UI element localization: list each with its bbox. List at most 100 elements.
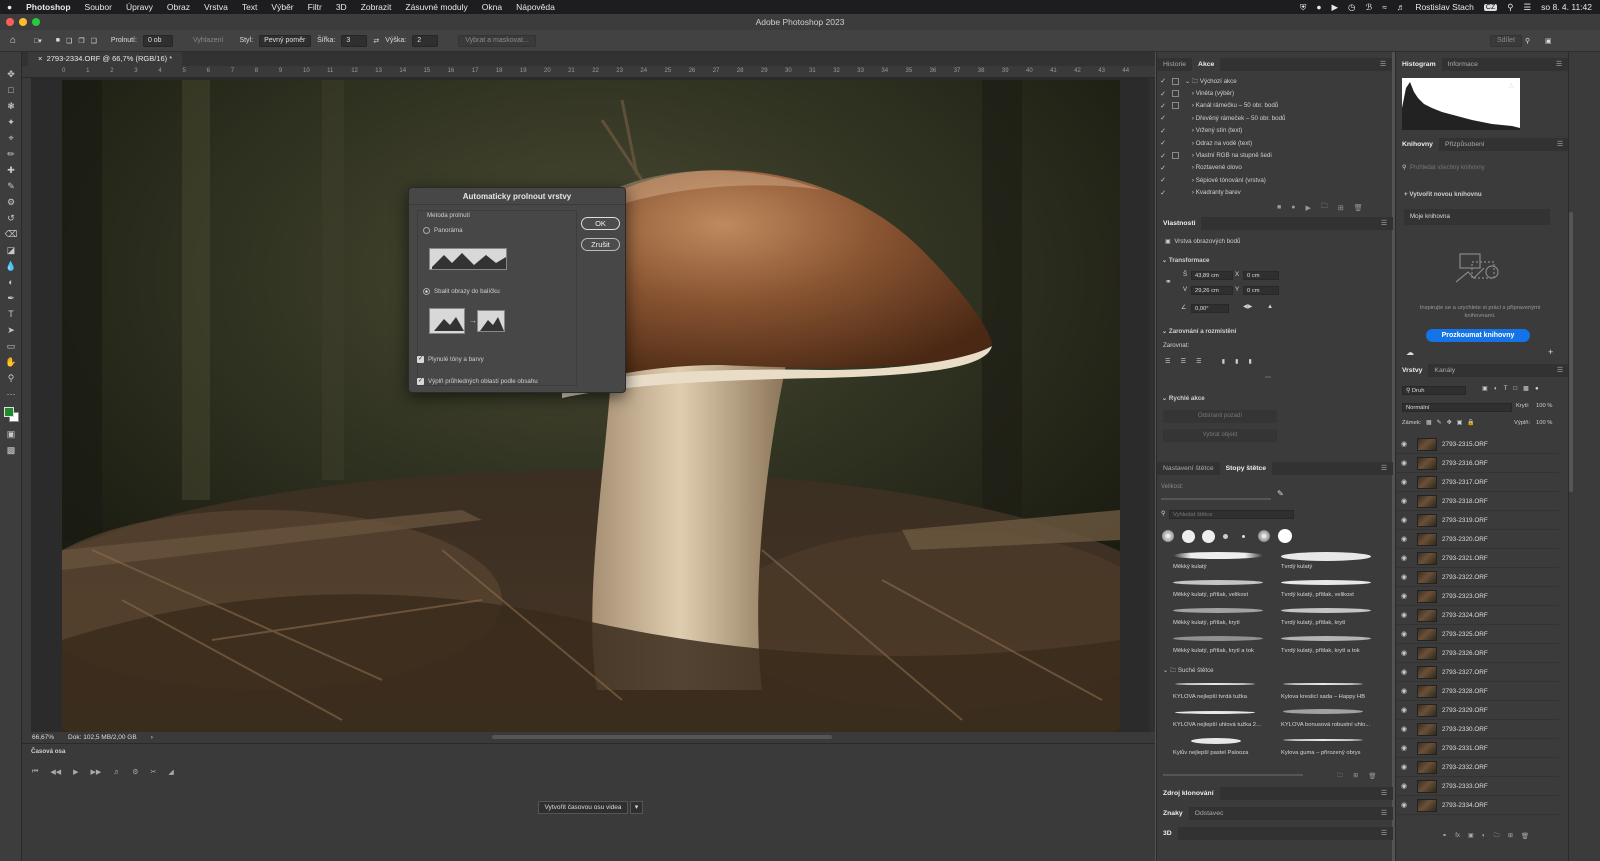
angle-field[interactable]: 0,00° — [1191, 304, 1229, 313]
eye-icon[interactable]: ◉ — [1396, 535, 1412, 543]
record-icon[interactable]: ● — [1316, 2, 1321, 12]
eye-icon[interactable]: ◉ — [1396, 687, 1412, 695]
fill-value[interactable]: 100 % — [1536, 420, 1552, 426]
cloud-icon[interactable]: ☁ — [1406, 348, 1414, 357]
play-icon[interactable]: ▶ — [1305, 204, 1310, 212]
more-options-icon[interactable]: ⋯ — [1265, 374, 1271, 381]
menu-zobrazit[interactable]: Zobrazit — [354, 2, 399, 12]
wifi-icon[interactable]: ≈ — [1382, 2, 1387, 12]
hand-tool-icon[interactable]: ✋ — [0, 354, 22, 370]
close-tab-icon[interactable]: × — [38, 54, 42, 63]
lasso-tool-icon[interactable]: ❃ — [0, 98, 22, 114]
chevron-right-icon[interactable]: › — [1192, 189, 1194, 196]
menu-photoshop[interactable]: Photoshop — [19, 2, 77, 12]
brush-item[interactable]: Měkký kulatý, přítlak, krytí — [1173, 620, 1240, 626]
menu-soubor[interactable]: Soubor — [78, 2, 119, 12]
new-brush-icon[interactable]: ⊞ — [1353, 772, 1358, 779]
image-filter-icon[interactable]: ▣ — [1482, 385, 1488, 392]
layer-row[interactable]: ◉ 2793-2321.ORF — [1396, 549, 1559, 568]
content-aware-fill-checkbox[interactable]: ✓ — [417, 378, 424, 385]
layer-row[interactable]: ◉ 2793-2322.ORF — [1396, 568, 1559, 587]
chevron-down-icon[interactable]: ⌄ — [1163, 667, 1168, 674]
cancel-button[interactable]: Zrušit — [581, 238, 620, 251]
record-icon[interactable]: ● — [1291, 204, 1295, 211]
panel-menu-icon[interactable]: ☰ — [1550, 58, 1568, 71]
canvas-image[interactable] — [62, 80, 1120, 732]
tab-info[interactable]: Informace — [1442, 58, 1484, 71]
paint-bucket-icon[interactable]: ◪ — [0, 242, 22, 258]
eye-icon[interactable]: ◉ — [1396, 573, 1412, 581]
new-brush-icon[interactable]: ✎ — [1277, 489, 1284, 498]
search-icon[interactable]: ⚲ — [1507, 2, 1513, 13]
brush-item[interactable]: KYLOVA bonusová robustní uhlo... — [1281, 722, 1370, 728]
panorama-radio[interactable] — [423, 227, 430, 234]
chevron-down-icon[interactable]: ⌄ — [1185, 78, 1190, 85]
menu-vrstva[interactable]: Vrstva — [197, 2, 235, 12]
chevron-right-icon[interactable]: › — [1192, 115, 1194, 122]
keyboard-layout[interactable]: CZ — [1483, 3, 1498, 11]
control-center-icon[interactable]: ☰ — [1523, 2, 1531, 13]
remove-background-button[interactable]: Odstranit pozadí — [1163, 410, 1277, 423]
subtract-selection-icon[interactable]: ❐ — [78, 37, 84, 45]
check-icon[interactable]: ✓ — [1157, 77, 1169, 85]
chevron-right-icon[interactable]: › — [151, 734, 153, 741]
library-search-input[interactable]: Prohledat všechny knihovny — [1410, 163, 1560, 174]
height-field[interactable]: 29,26 cm — [1191, 286, 1233, 295]
healing-brush-icon[interactable]: ✚ — [0, 162, 22, 178]
chevron-down-icon[interactable]: ⌄ — [1162, 395, 1167, 402]
check-icon[interactable]: ✓ — [1157, 164, 1169, 172]
brush-item[interactable]: Měkký kulatý — [1173, 564, 1207, 570]
add-selection-icon[interactable]: ❏ — [66, 37, 72, 45]
feather-input[interactable]: 0 ob — [142, 34, 173, 47]
close-window-icon[interactable] — [6, 18, 14, 26]
panel-menu-icon[interactable]: ☰ — [1375, 462, 1393, 475]
flip-horizontal-icon[interactable]: ◀▶ — [1243, 303, 1253, 310]
panel-menu-icon[interactable]: ☰ — [1375, 787, 1393, 800]
vertical-scrollbar[interactable] — [1149, 78, 1155, 732]
opacity-value[interactable]: 100 % — [1536, 403, 1552, 409]
lock-position-icon[interactable]: ✥ — [1447, 419, 1452, 426]
seamless-tones-checkbox[interactable]: ✓ — [417, 356, 424, 363]
move-tool-icon[interactable]: ✥ — [0, 66, 22, 82]
eye-icon[interactable]: ◉ — [1396, 630, 1412, 638]
width-field[interactable]: 43,89 cm — [1191, 271, 1233, 280]
eye-icon[interactable]: ◉ — [1396, 706, 1412, 714]
menu-upravy[interactable]: Úpravy — [119, 2, 160, 12]
fx-icon[interactable]: fx — [1455, 832, 1460, 839]
trash-icon[interactable]: 🗑 — [1354, 204, 1363, 212]
dialog-toggle[interactable] — [1172, 152, 1179, 160]
panel-menu-icon[interactable]: ☰ — [1375, 827, 1393, 840]
workspace-icon[interactable]: ▣ — [1545, 37, 1552, 45]
layer-row[interactable]: ◉ 2793-2320.ORF — [1396, 530, 1559, 549]
brush-preset[interactable] — [1242, 535, 1245, 538]
warning-icon[interactable]: ⚠ — [1508, 82, 1514, 90]
align-top-icon[interactable]: ▮ — [1222, 358, 1225, 365]
split-icon[interactable]: ✂ — [151, 768, 157, 776]
tab-brush-settings[interactable]: Nastavení štětce — [1157, 462, 1220, 475]
flip-vertical-icon[interactable]: ▲ — [1267, 303, 1273, 310]
layer-row[interactable]: ◉ 2793-2331.ORF — [1396, 739, 1559, 758]
swap-icon[interactable]: ⇄ — [373, 37, 379, 45]
layer-row[interactable]: ◉ 2793-2329.ORF — [1396, 701, 1559, 720]
datetime[interactable]: so 8. 4. 11:42 — [1541, 2, 1592, 12]
stop-icon[interactable]: ■ — [1277, 204, 1281, 211]
eye-icon[interactable]: ◉ — [1396, 649, 1412, 657]
play-icon[interactable]: ▶ — [1331, 2, 1338, 13]
tab-history[interactable]: Historie — [1157, 58, 1192, 71]
clock-icon[interactable]: ◷ — [1348, 2, 1355, 13]
height-input[interactable]: 2 — [412, 34, 439, 47]
ok-button[interactable]: OK — [581, 217, 620, 230]
horizontal-ruler[interactable]: 0 1 2 3 4 5 6 7 8 9 10 11 12 13 14 15 16 17 18 19 20 21 22 23 24… — [22, 66, 1155, 78]
zoom-tool-icon[interactable]: ⚲ — [0, 370, 22, 386]
eye-icon[interactable]: ◉ — [1396, 516, 1412, 524]
check-icon[interactable]: ✓ — [1157, 189, 1169, 197]
panel-menu-icon[interactable]: ☰ — [1375, 807, 1393, 820]
quick-actions-section[interactable]: ⌄ Rychlé akce — [1162, 395, 1205, 402]
share-button[interactable]: Sdílet — [1490, 34, 1522, 47]
pen-tool-icon[interactable]: ✒ — [0, 290, 22, 306]
chevron-right-icon[interactable]: › — [1192, 152, 1194, 159]
dialog-toggle[interactable] — [1172, 140, 1179, 147]
dialog-toggle[interactable] — [1172, 127, 1179, 134]
new-action-icon[interactable]: ⊞ — [1338, 204, 1344, 212]
panel-menu-icon[interactable]: ☰ — [1551, 138, 1569, 151]
